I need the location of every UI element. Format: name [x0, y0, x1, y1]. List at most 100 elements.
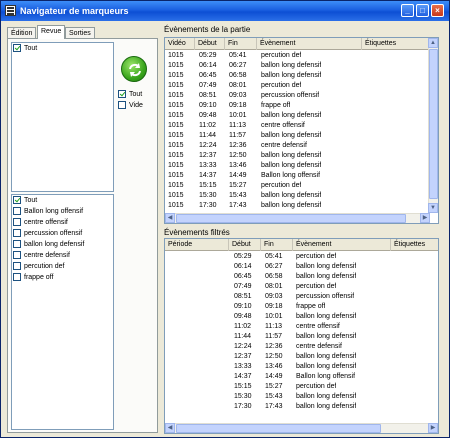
event-type-item[interactable]: frappe off [12, 272, 113, 283]
checkbox[interactable] [13, 218, 21, 226]
scroll-left-button[interactable]: ◀ [165, 213, 175, 223]
event-row[interactable]: 1015 11:44 11:57 ballon long defensif [165, 131, 438, 141]
filtered-event-row[interactable]: 14:37 14:49 Ballon long offensif [165, 372, 438, 382]
event-type-item[interactable]: Tout [12, 195, 113, 206]
scroll-right-button[interactable]: ▶ [428, 423, 438, 433]
filtered-horizontal-scrollbar[interactable]: ◀ ▶ [165, 423, 438, 433]
checkbox-label: ballon long defensif [24, 241, 85, 248]
table-cell: 1015 [168, 122, 184, 129]
event-row[interactable]: 1015 17:30 17:43 ballon long defensif [165, 201, 438, 211]
scroll-up-button[interactable]: ▲ [428, 38, 438, 48]
col-fin[interactable]: Fin [225, 38, 257, 50]
table-cell: ballon long defensif [261, 72, 322, 79]
scroll-right-button[interactable]: ▶ [420, 213, 430, 223]
filtered-event-row[interactable]: 13:33 13:46 ballon long defensif [165, 362, 438, 372]
events-vertical-scrollbar[interactable]: ▲ ▼ [428, 38, 438, 213]
event-row[interactable]: 1015 07:49 08:01 percution def [165, 81, 438, 91]
side-filter-item[interactable]: Tout [117, 89, 155, 100]
table-cell: 10:01 [229, 112, 247, 119]
event-row[interactable]: 1015 12:24 12:36 centre defensif [165, 141, 438, 151]
filtered-event-row[interactable]: 06:45 06:58 ballon long defensif [165, 272, 438, 282]
side-filter-list[interactable]: Tout Vide [117, 89, 155, 434]
refresh-button[interactable] [121, 56, 147, 82]
scroll-thumb[interactable] [176, 214, 406, 223]
col-etiquettes[interactable]: Étiquettes [362, 38, 432, 50]
table-cell: ballon long defensif [296, 333, 357, 340]
event-row[interactable]: 1015 11:02 11:13 centre offensif [165, 121, 438, 131]
scroll-left-button[interactable]: ◀ [165, 423, 175, 433]
scroll-thumb[interactable] [429, 49, 438, 199]
filtered-event-row[interactable]: 12:24 12:36 centre defensif [165, 342, 438, 352]
filtered-event-row[interactable]: 09:48 10:01 ballon long defensif [165, 312, 438, 322]
checkbox[interactable] [13, 44, 21, 52]
event-type-item[interactable]: centre offensif [12, 217, 113, 228]
event-row[interactable]: 1015 06:45 06:58 ballon long defensif [165, 71, 438, 81]
checkbox[interactable] [13, 229, 21, 237]
scroll-thumb[interactable] [176, 424, 381, 433]
event-type-item[interactable]: Ballon long offensif [12, 206, 113, 217]
checkbox[interactable] [118, 101, 126, 109]
maximize-button[interactable]: □ [416, 4, 429, 17]
event-row[interactable]: 1015 09:48 10:01 ballon long defensif [165, 111, 438, 121]
filtered-event-row[interactable]: 11:02 11:13 centre offensif [165, 322, 438, 332]
side-filter-item[interactable]: Vide [117, 100, 155, 111]
checkbox[interactable] [13, 251, 21, 259]
scroll-down-button[interactable]: ▼ [428, 203, 438, 213]
filtered-event-row[interactable]: 07:49 08:01 percution def [165, 282, 438, 292]
close-button[interactable]: × [431, 4, 444, 17]
filtered-grid[interactable]: Période Début Fin Évènement Étiquettes 0… [164, 238, 439, 434]
checkbox[interactable] [13, 207, 21, 215]
col-fin[interactable]: Fin [261, 239, 293, 251]
events-grid[interactable]: Vidéo Début Fin Évènement Étiquettes 101… [164, 37, 439, 224]
table-cell: 11:44 [234, 333, 251, 340]
table-cell: 07:49 [199, 82, 217, 89]
table-cell: 07:49 [234, 283, 252, 290]
top-filter-list[interactable]: Tout [11, 42, 114, 192]
event-row[interactable]: 1015 15:30 15:43 ballon long defensif [165, 191, 438, 201]
table-cell: 11:57 [265, 333, 282, 340]
checkbox[interactable] [13, 240, 21, 248]
filtered-event-row[interactable]: 15:30 15:43 ballon long defensif [165, 392, 438, 402]
col-evenement[interactable]: Évènement [257, 38, 362, 50]
event-row[interactable]: 1015 14:37 14:49 Ballon long offensif [165, 171, 438, 181]
minimize-button[interactable]: _ [401, 4, 414, 17]
event-type-item[interactable]: percussion offensif [12, 228, 113, 239]
title-bar[interactable]: Navigateur de marqueurs _ □ × [1, 1, 449, 21]
checkbox-label: percussion offensif [24, 230, 83, 237]
filter-item[interactable]: Tout [12, 43, 113, 54]
events-horizontal-scrollbar[interactable]: ◀ ▶ [165, 213, 430, 223]
checkbox[interactable] [13, 262, 21, 270]
event-type-item[interactable]: percution def [12, 261, 113, 272]
event-row[interactable]: 1015 13:33 13:46 ballon long defensif [165, 161, 438, 171]
event-row[interactable]: 1015 08:51 09:03 percussion offensif [165, 91, 438, 101]
event-row[interactable]: 1015 12:37 12:50 ballon long defensif [165, 151, 438, 161]
filtered-event-row[interactable]: 08:51 09:03 percussion offensif [165, 292, 438, 302]
filtered-event-row[interactable]: 11:44 11:57 ballon long defensif [165, 332, 438, 342]
event-type-item[interactable]: centre defensif [12, 250, 113, 261]
event-filter-list[interactable]: Tout Ballon long offensif centre offensif p… [11, 194, 114, 430]
filtered-event-row[interactable]: 06:14 06:27 ballon long defensif [165, 262, 438, 272]
filtered-event-row[interactable]: 09:10 09:18 frappe off [165, 302, 438, 312]
filtered-event-row[interactable]: 17:30 17:43 ballon long defensif [165, 402, 438, 412]
event-row[interactable]: 1015 06:14 06:27 ballon long defensif [165, 61, 438, 71]
col-debut[interactable]: Début [229, 239, 261, 251]
event-row[interactable]: 1015 15:15 15:27 percution def [165, 181, 438, 191]
col-debut[interactable]: Début [195, 38, 225, 50]
event-type-item[interactable]: ballon long defensif [12, 239, 113, 250]
event-row[interactable]: 1015 05:29 05:41 percution def [165, 51, 438, 61]
checkbox[interactable] [13, 196, 21, 204]
col-etiquettes[interactable]: Étiquettes [391, 239, 438, 251]
col-video[interactable]: Vidéo [165, 38, 195, 50]
event-row[interactable]: 1015 09:10 09:18 frappe off [165, 101, 438, 111]
col-periode[interactable]: Période [165, 239, 229, 251]
checkbox[interactable] [13, 273, 21, 281]
table-cell: 06:27 [265, 263, 283, 270]
filtered-event-row[interactable]: 05:29 05:41 percution def [165, 252, 438, 262]
col-evenement[interactable]: Évènement [293, 239, 391, 251]
tab-revue[interactable]: Revue [37, 25, 66, 39]
filtered-event-row[interactable]: 12:37 12:50 ballon long defensif [165, 352, 438, 362]
table-cell: 06:14 [199, 62, 217, 69]
checkbox[interactable] [118, 90, 126, 98]
table-cell: Ballon long offensif [261, 172, 321, 179]
filtered-event-row[interactable]: 15:15 15:27 percution def [165, 382, 438, 392]
